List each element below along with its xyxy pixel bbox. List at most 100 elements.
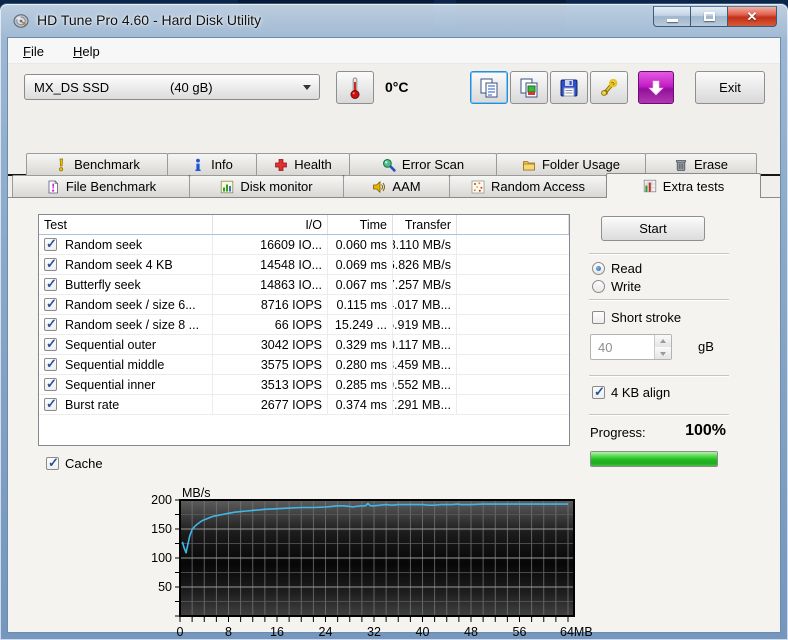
test-name: Random seek 4 KB [65, 257, 173, 272]
check-icon: ✓ [46, 376, 57, 391]
transfer-cell: 7.257 MB/s [393, 275, 457, 294]
checkbox-checked-icon[interactable]: ✓ [44, 396, 57, 411]
radio-selected-icon [592, 262, 605, 275]
blank-cell [457, 235, 569, 254]
save-button[interactable] [550, 71, 588, 104]
check-icon: ✓ [46, 296, 57, 311]
tab-folder-usage[interactable]: Folder Usage [496, 153, 646, 175]
table-row[interactable]: ✓ Random seek / size 8 ... 66 IOPS 15.249 .… [39, 315, 569, 335]
cache-checkbox[interactable]: ✓ Cache [46, 455, 103, 471]
checkbox-checked-icon[interactable]: ✓ [44, 356, 57, 371]
check-icon: ✓ [46, 396, 57, 411]
tab-disk-monitor[interactable]: Disk monitor [189, 175, 344, 197]
test-name: Random seek [65, 237, 143, 252]
column-header-i-o[interactable]: I/O [213, 215, 328, 234]
radio-unselected-icon [592, 280, 605, 293]
copy-text-button[interactable] [470, 71, 508, 104]
spinner-up-button[interactable] [655, 335, 671, 347]
write-radio-label: Write [611, 279, 642, 294]
start-button[interactable]: Start [601, 216, 705, 241]
test-cell: ✓ Burst rate [39, 395, 213, 414]
spinner-down-button[interactable] [655, 347, 671, 359]
blank-cell [457, 315, 569, 334]
column-header-blank [457, 215, 569, 234]
download-button[interactable] [638, 71, 674, 104]
short-stroke-checkbox[interactable]: Short stroke [592, 310, 681, 325]
4kb-align-checkbox[interactable]: ✓ 4 KB align [592, 384, 670, 400]
column-header-test[interactable]: Test [39, 215, 213, 234]
transfer-cell: 265.919 MB... [393, 315, 457, 334]
read-radio-label: Read [611, 261, 643, 276]
options-button[interactable] [590, 71, 628, 104]
table-row[interactable]: ✓ Sequential inner 3513 IOPS0.285 ms219.55… [39, 375, 569, 395]
column-header-transfer[interactable]: Transfer [393, 215, 457, 234]
copy-screenshot-button[interactable] [510, 71, 548, 104]
drive-selector-dropdown[interactable]: MX_DS SSD (40 gB) [24, 74, 320, 100]
blank-cell [457, 395, 569, 414]
checkbox-checked-icon[interactable]: ✓ [44, 376, 57, 391]
tab-extra-tests[interactable]: Extra tests [606, 173, 761, 198]
table-row[interactable]: ✓ Random seek 16609 IO... 0.060 ms 8.110 MB/… [39, 235, 569, 255]
checkbox-checked-icon[interactable]: ✓ [44, 336, 57, 351]
tab-label: File Benchmark [65, 179, 157, 194]
maximize-button[interactable] [690, 6, 728, 27]
temperature-button[interactable] [336, 71, 374, 104]
checkbox-checked-icon[interactable]: ✓ [44, 256, 57, 271]
tab-row-1: Benchmark Info Health Error Scan Folder Usag… [8, 153, 780, 175]
tab-file-benchmark[interactable]: File Benchmark [12, 175, 190, 197]
transfer-cell: 8.110 MB/s [393, 235, 457, 254]
table-row[interactable]: ✓ Random seek / size 6... 8716 IOPS 0.115 m… [39, 295, 569, 315]
tab-benchmark[interactable]: Benchmark [26, 153, 168, 175]
tab-aam[interactable]: AAM [343, 175, 450, 197]
exit-button[interactable]: Exit [695, 71, 765, 104]
write-radio[interactable]: Write [592, 279, 641, 294]
test-cell: ✓ Sequential outer [39, 335, 213, 354]
read-radio[interactable]: Read [592, 261, 642, 276]
svg-text:8: 8 [225, 625, 232, 639]
checkbox-checked-icon[interactable]: ✓ [44, 316, 57, 331]
separator [589, 375, 729, 377]
benchmark-icon [59, 158, 64, 171]
checkbox-checked-icon[interactable]: ✓ [44, 276, 57, 291]
checkbox-checked-icon[interactable]: ✓ [44, 236, 57, 251]
tab-info[interactable]: Info [167, 153, 257, 175]
table-row[interactable]: ✓ Butterfly seek 14863 IO... 0.067 ms 7.257 … [39, 275, 569, 295]
caption-button-group: ✕ [653, 6, 777, 27]
error-scan-icon [382, 158, 396, 172]
minimize-button[interactable] [653, 6, 691, 27]
table-row[interactable]: ✓ Sequential middle 3575 IOPS0.280 ms223.4… [39, 355, 569, 375]
menu-help[interactable]: Help [66, 42, 107, 61]
cache-label: Cache [65, 456, 103, 471]
check-icon: ✓ [46, 356, 57, 371]
checkbox-checked-icon[interactable]: ✓ [44, 296, 57, 311]
aam-icon [373, 180, 386, 193]
spinner-buttons [654, 335, 671, 359]
info-icon [195, 158, 201, 171]
window-title: HD Tune Pro 4.60 - Hard Disk Utility [37, 12, 262, 28]
tab-random-access[interactable]: Random Access [449, 175, 607, 197]
tab-error-scan[interactable]: Error Scan [349, 153, 497, 175]
menu-file[interactable]: File [16, 42, 51, 61]
table-row[interactable]: ✓ Burst rate 2677 IOPS0.374 ms167.291 MB..… [39, 395, 569, 415]
table-row[interactable]: ✓ Random seek 4 KB 14548 IO...0.069 ms56.8… [39, 255, 569, 275]
title-bar[interactable]: HD Tune Pro 4.60 - Hard Disk Utility ✕ [0, 4, 788, 38]
tab-health[interactable]: Health [256, 153, 350, 175]
io-cell: 3513 IOPS [213, 375, 328, 394]
extra-tests-icon [643, 179, 656, 193]
transfer-cell: 219.552 MB... [393, 375, 457, 394]
copy-text-icon [480, 78, 498, 97]
check-icon: ✓ [48, 455, 59, 470]
column-header-time[interactable]: Time [328, 215, 393, 234]
extra-tests-page: Test I/O Time Transfer ✓ Random seek 16609 IO.… [8, 197, 780, 639]
table-row[interactable]: ✓ Sequential outer 3042 IOPS0.329 ms190.11… [39, 335, 569, 355]
blank-cell [457, 375, 569, 394]
svg-text:40: 40 [416, 625, 430, 639]
short-stroke-size-spinner[interactable]: 40 [590, 334, 672, 360]
io-cell: 8716 IOPS [213, 295, 328, 314]
minimize-icon [666, 19, 678, 22]
tab-erase[interactable]: Erase [645, 153, 757, 175]
results-table: Test I/O Time Transfer ✓ Random seek 16609 IO.… [38, 214, 570, 446]
svg-text:50: 50 [158, 580, 172, 594]
time-cell: 0.374 ms [328, 395, 393, 414]
close-button[interactable]: ✕ [727, 6, 777, 27]
